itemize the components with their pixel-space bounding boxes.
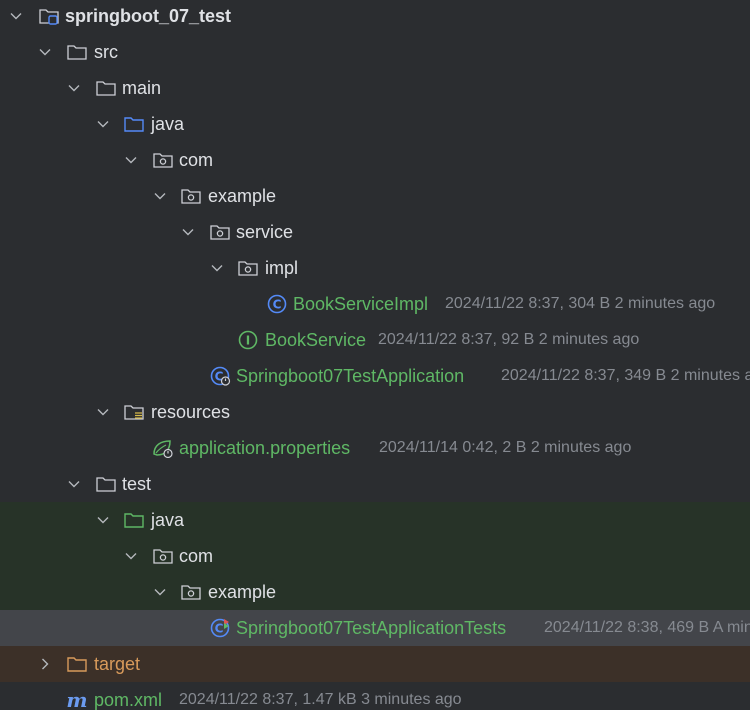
file-name-pom: pom.xml <box>94 690 163 710</box>
tree-row-test-java[interactable]: java <box>0 502 750 538</box>
svg-text:C: C <box>215 622 224 636</box>
chevron-down-icon[interactable] <box>66 80 82 96</box>
file-name-bookservice: BookService <box>265 330 367 350</box>
svg-text:C: C <box>273 298 282 312</box>
folder-name-java: java <box>151 114 185 134</box>
chevron-down-icon[interactable] <box>123 152 139 168</box>
file-meta-bookserviceimpl: 2024/11/22 8:37, 304 B 2 minutes ago <box>445 295 716 312</box>
spring-boot-application-icon: C <box>209 366 231 386</box>
folder-icon <box>66 42 88 62</box>
file-meta-application-properties: 2024/11/14 0:42, 2 B 2 minutes ago <box>379 439 632 456</box>
chevron-down-icon[interactable] <box>66 476 82 492</box>
file-name-application-properties: application.properties <box>179 438 351 458</box>
package-name-test-com: com <box>179 546 214 566</box>
chevron-down-icon[interactable] <box>95 404 111 420</box>
project-name: springboot_07_test <box>65 6 232 26</box>
resources-root-folder-icon <box>123 402 145 422</box>
chevron-down-icon[interactable] <box>8 8 24 24</box>
folder-name-resources: resources <box>151 402 231 422</box>
tree-row-resources[interactable]: resources <box>0 394 750 430</box>
file-meta-springboot07testapplication: 2024/11/22 8:37, 349 B 2 minutes ago <box>501 367 750 384</box>
chevron-down-icon[interactable] <box>152 584 168 600</box>
test-class-icon: C <box>209 618 231 638</box>
tree-row-impl[interactable]: impl <box>0 250 750 286</box>
chevron-down-icon[interactable] <box>180 224 196 240</box>
maven-icon: m <box>66 690 88 710</box>
svg-text:I: I <box>246 334 250 348</box>
tree-row-main-example[interactable]: example <box>0 178 750 214</box>
tree-row-springboot07testapplication[interactable]: C Springboot07TestApplication 2024/11/22… <box>0 358 750 394</box>
file-name-springboot07testapplication: Springboot07TestApplication <box>236 366 465 386</box>
tree-row-test-com[interactable]: com <box>0 538 750 574</box>
folder-name-test: test <box>122 474 152 494</box>
file-meta-pom: 2024/11/22 8:37, 1.47 kB 3 minutes ago <box>179 691 462 708</box>
chevron-down-icon[interactable] <box>152 188 168 204</box>
file-meta-bookservice: 2024/11/22 8:37, 92 B 2 minutes ago <box>378 331 640 348</box>
tree-row-springboot07testapplicationtests[interactable]: C Springboot07TestApplicationTests 2024/… <box>0 610 750 646</box>
spring-properties-icon <box>151 438 173 458</box>
file-meta-springboot07testapplicationtests: 2024/11/22 8:38, 469 B A minute ago <box>544 619 750 636</box>
folder-name-src: src <box>94 42 118 62</box>
package-icon <box>152 150 174 170</box>
tree-row-bookservice[interactable]: I BookService 2024/11/22 8:37, 92 B 2 mi… <box>0 322 750 358</box>
chevron-down-icon[interactable] <box>209 260 225 276</box>
chevron-down-icon[interactable] <box>95 116 111 132</box>
package-name-impl: impl <box>265 258 299 278</box>
svg-text:m: m <box>66 690 87 710</box>
package-icon <box>237 258 259 278</box>
folder-name-target: target <box>94 654 141 674</box>
tree-row-pom[interactable]: m pom.xml 2024/11/22 8:37, 1.47 kB 3 min… <box>0 682 750 710</box>
tree-row-bookserviceimpl[interactable]: C BookServiceImpl 2024/11/22 8:37, 304 B… <box>0 286 750 322</box>
folder-name-main: main <box>122 78 162 98</box>
package-icon <box>180 186 202 206</box>
tree-row-project-root[interactable]: springboot_07_test <box>0 0 750 34</box>
tree-row-main-com[interactable]: com <box>0 142 750 178</box>
interface-icon: I <box>237 330 259 350</box>
package-icon <box>209 222 231 242</box>
project-module-folder-icon <box>38 6 60 26</box>
folder-icon <box>95 78 117 98</box>
chevron-down-icon[interactable] <box>37 44 53 60</box>
package-name-test-example: example <box>208 582 277 602</box>
class-icon: C <box>266 294 288 314</box>
excluded-folder-icon <box>66 654 88 674</box>
tree-row-service[interactable]: service <box>0 214 750 250</box>
tree-row-test-example[interactable]: example <box>0 574 750 610</box>
tree-row-src[interactable]: src <box>0 34 750 70</box>
tree-row-application-properties[interactable]: application.properties 2024/11/14 0:42, … <box>0 430 750 466</box>
chevron-down-icon[interactable] <box>123 548 139 564</box>
package-name-service: service <box>236 222 294 242</box>
file-name-springboot07testapplicationtests: Springboot07TestApplicationTests <box>236 618 507 638</box>
test-root-folder-icon <box>123 510 145 530</box>
folder-icon <box>95 474 117 494</box>
folder-name-test-java: java <box>151 510 185 530</box>
chevron-down-icon[interactable] <box>95 512 111 528</box>
file-name-bookserviceimpl: BookServiceImpl <box>293 294 429 314</box>
tree-row-test[interactable]: test <box>0 466 750 502</box>
tree-row-target[interactable]: target <box>0 646 750 682</box>
tree-row-main[interactable]: main <box>0 70 750 106</box>
project-tree: springboot_07_test src main java com exa… <box>0 0 750 710</box>
package-icon <box>180 582 202 602</box>
source-root-folder-icon <box>123 114 145 134</box>
chevron-right-icon[interactable] <box>37 656 53 672</box>
package-name-com: com <box>179 150 214 170</box>
tree-row-main-java[interactable]: java <box>0 106 750 142</box>
package-icon <box>152 546 174 566</box>
package-name-example: example <box>208 186 277 206</box>
